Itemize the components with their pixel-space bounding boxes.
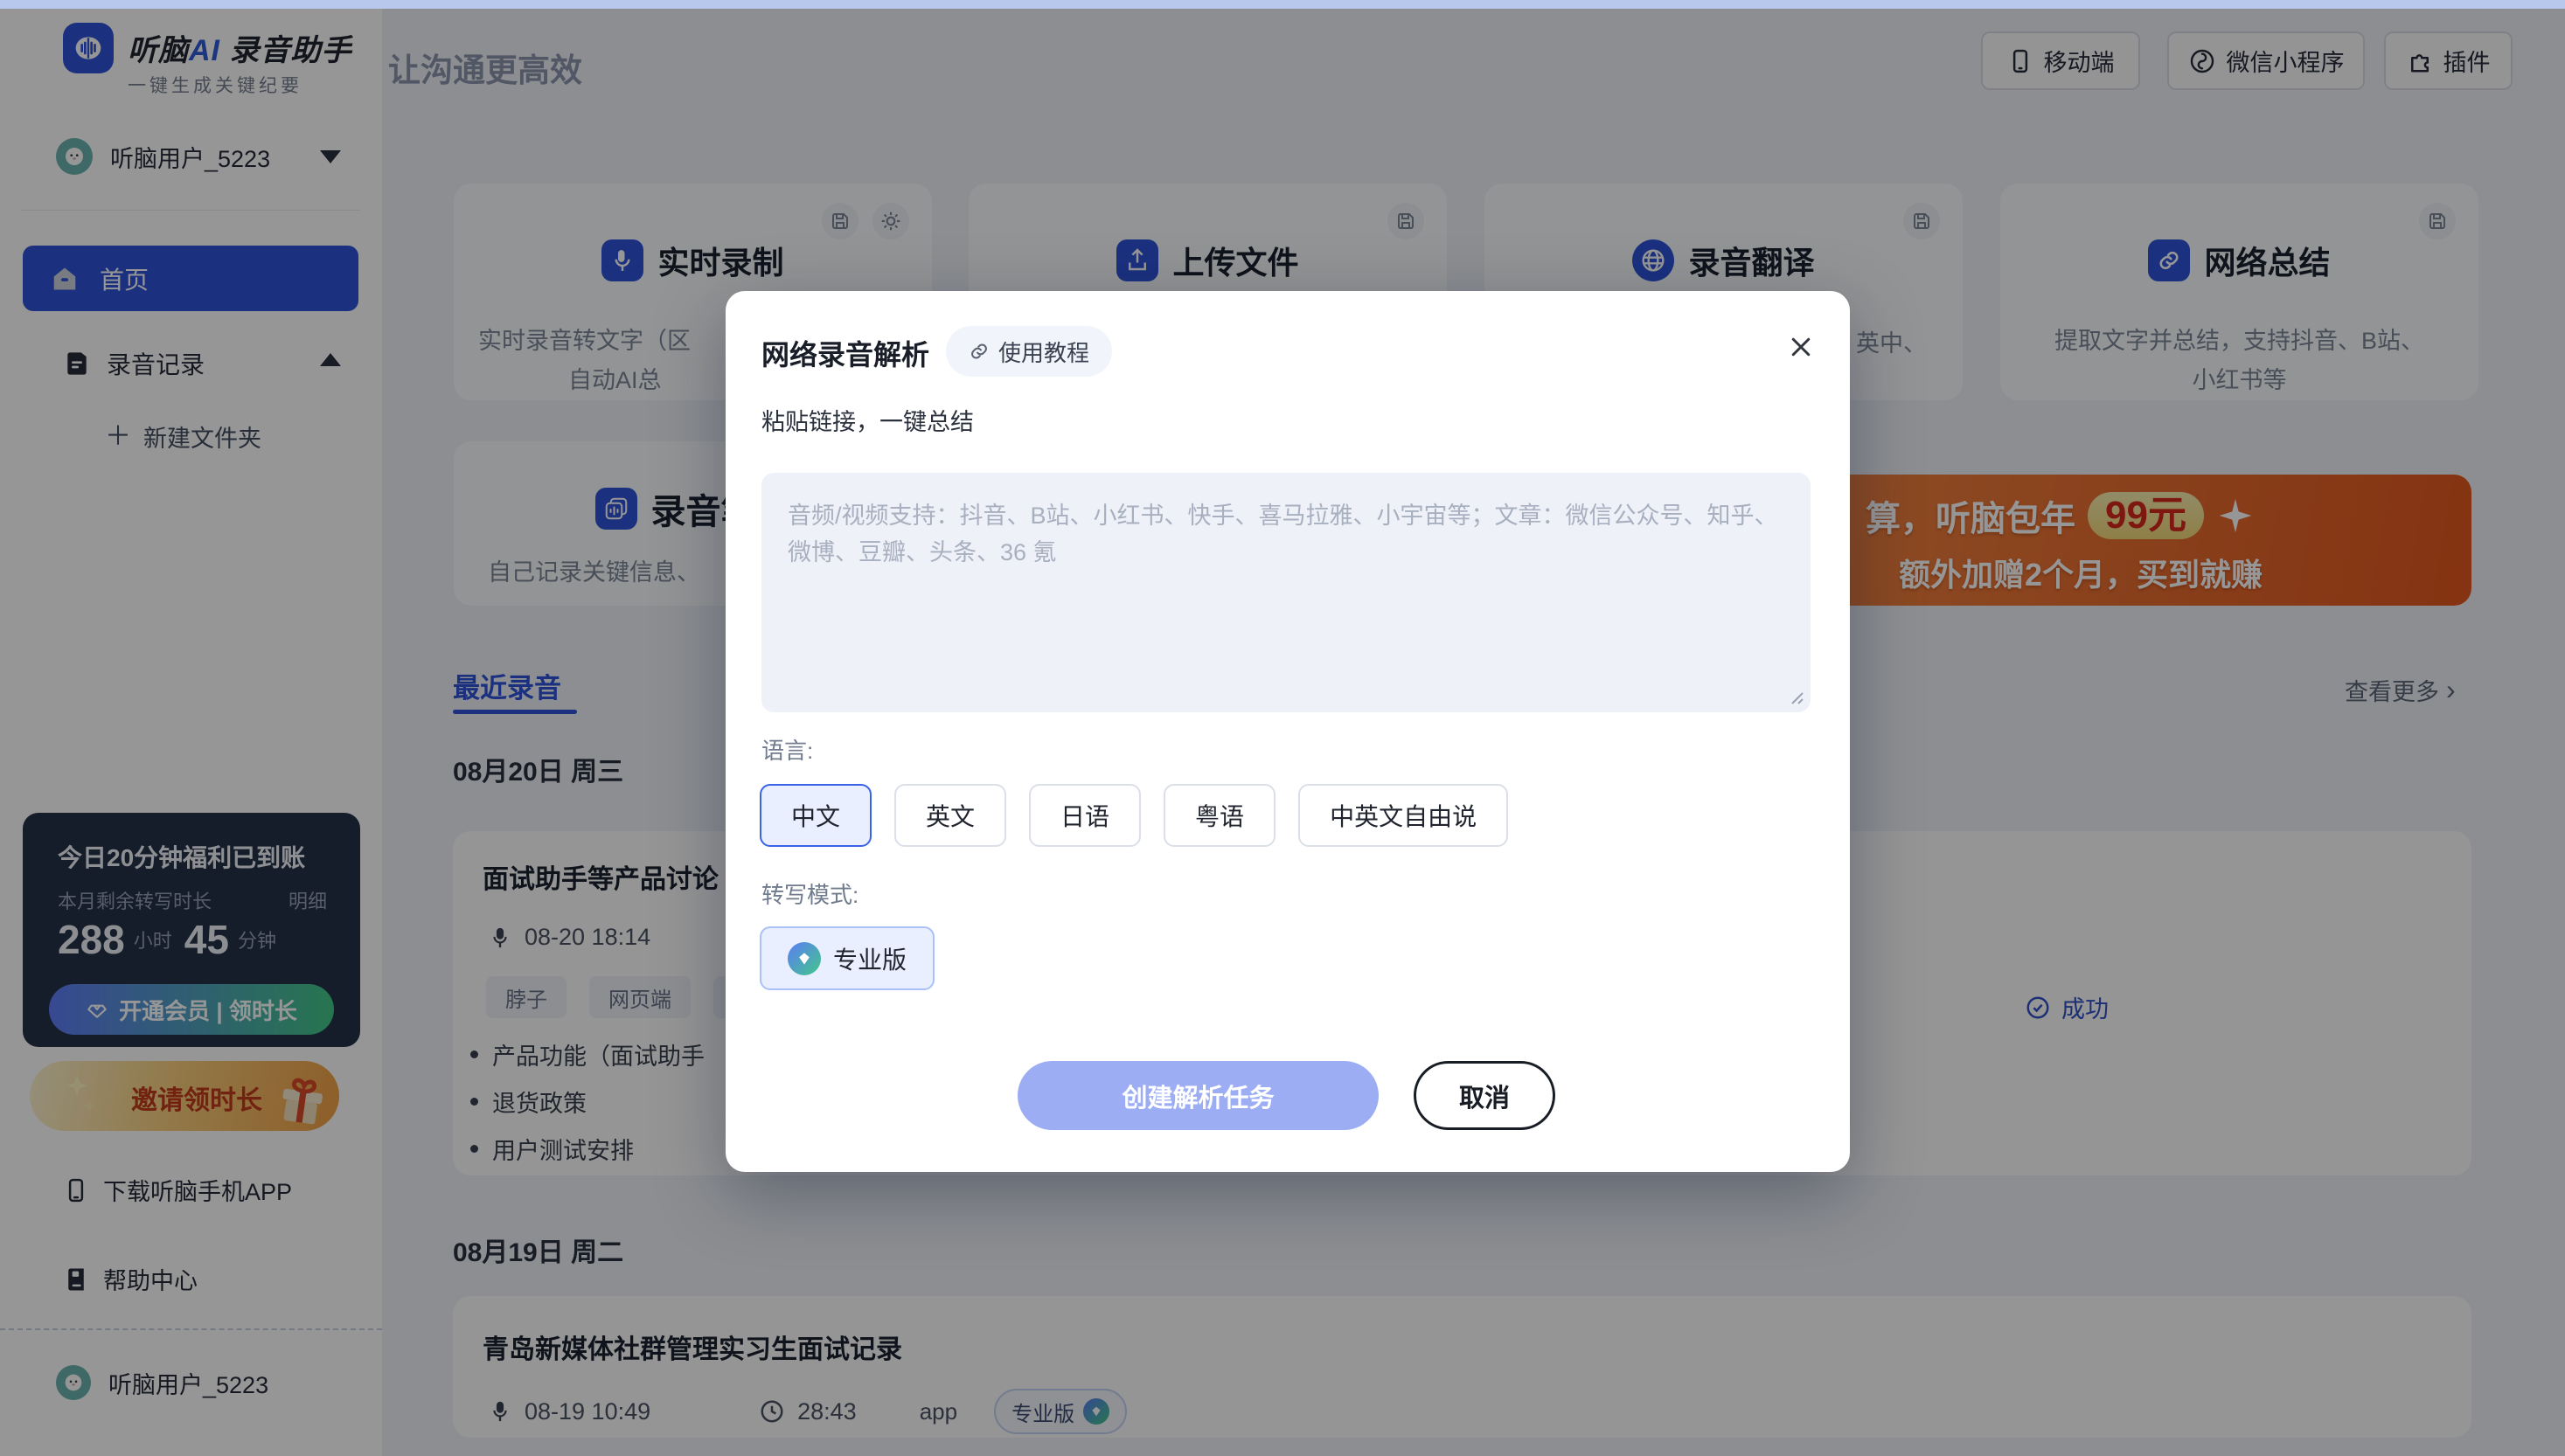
language-label: 语言: (761, 733, 813, 766)
tutorial-label: 使用教程 (998, 336, 1089, 368)
language-options: 中文 英文 日语 粤语 中英文自由说 (760, 784, 1508, 847)
link-icon (969, 341, 990, 362)
language-option-mixed[interactable]: 中英文自由说 (1298, 784, 1508, 847)
close-icon (1788, 334, 1814, 360)
cancel-button[interactable]: 取消 (1414, 1061, 1555, 1130)
app-root: 听脑AI 录音助手 一键生成关键纪要 听脑用户_5223 首页 录音记录 ＋ 新… (0, 0, 2565, 1456)
language-option-yue[interactable]: 粤语 (1164, 784, 1276, 847)
mode-option-pro[interactable]: 专业版 (760, 926, 935, 990)
language-option-zh[interactable]: 中文 (760, 784, 872, 847)
mode-label: 转写模式: (761, 877, 858, 910)
window-top-strip (0, 0, 2565, 9)
web-parse-modal: 网络录音解析 使用教程 粘贴链接，一键总结 语言: 中文 英文 日语 粤语 中英… (726, 291, 1850, 1172)
language-option-ja[interactable]: 日语 (1029, 784, 1141, 847)
language-option-en[interactable]: 英文 (894, 784, 1006, 847)
modal-subtitle: 粘贴链接，一键总结 (761, 403, 974, 437)
modal-title: 网络录音解析 (761, 333, 929, 373)
resize-handle[interactable] (1785, 686, 1804, 705)
create-task-button[interactable]: 创建解析任务 (1018, 1061, 1379, 1130)
close-button[interactable] (1780, 326, 1822, 368)
link-input[interactable] (761, 473, 1811, 712)
vip-diamond-icon (788, 942, 821, 975)
tutorial-link[interactable]: 使用教程 (946, 326, 1112, 377)
mode-option-label: 专业版 (833, 941, 907, 976)
